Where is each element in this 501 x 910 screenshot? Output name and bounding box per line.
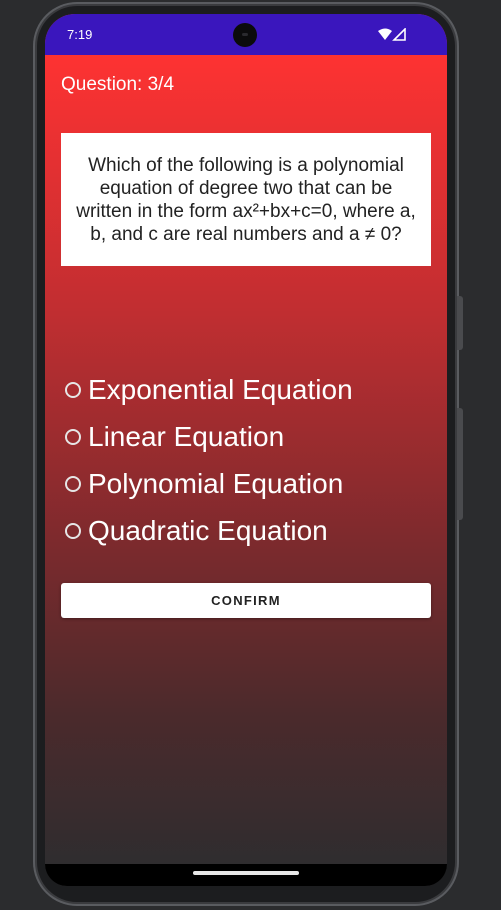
- question-counter: Question: 3/4: [61, 74, 175, 95]
- home-gesture-handle[interactable]: [193, 871, 299, 875]
- answer-option-label: Linear Equation: [88, 420, 285, 452]
- radio-button-icon[interactable]: [65, 475, 81, 492]
- answer-options: Exponential Equation Linear Equation Pol…: [65, 366, 425, 554]
- answer-option[interactable]: Linear Equation: [65, 413, 425, 460]
- radio-button-icon[interactable]: [65, 522, 81, 539]
- status-icons: [377, 27, 407, 42]
- answer-option-label: Exponential Equation: [88, 373, 353, 405]
- radio-button-icon[interactable]: [65, 428, 81, 445]
- navigation-bar: [45, 864, 447, 886]
- answer-option-label: Polynomial Equation: [88, 467, 344, 499]
- answer-option[interactable]: Polynomial Equation: [65, 460, 425, 507]
- radio-button-icon[interactable]: [65, 381, 81, 398]
- front-camera: [233, 23, 257, 47]
- question-card: Which of the following is a polynomial e…: [61, 133, 431, 266]
- phone-screen: 7:19 Question: 3/4 Which of the followin…: [45, 14, 447, 886]
- cellular-signal-icon: [392, 27, 406, 41]
- status-time: 7:19: [67, 27, 93, 42]
- question-text: Which of the following is a polynomial e…: [76, 154, 416, 245]
- confirm-button[interactable]: CONFIRM: [61, 583, 431, 618]
- answer-option[interactable]: Exponential Equation: [65, 366, 425, 413]
- answer-option-label: Quadratic Equation: [88, 514, 328, 546]
- wifi-icon: [378, 28, 392, 40]
- answer-option[interactable]: Quadratic Equation: [65, 507, 425, 554]
- volume-button: [457, 408, 463, 520]
- status-bar: 7:19: [45, 14, 447, 55]
- power-button: [457, 296, 463, 350]
